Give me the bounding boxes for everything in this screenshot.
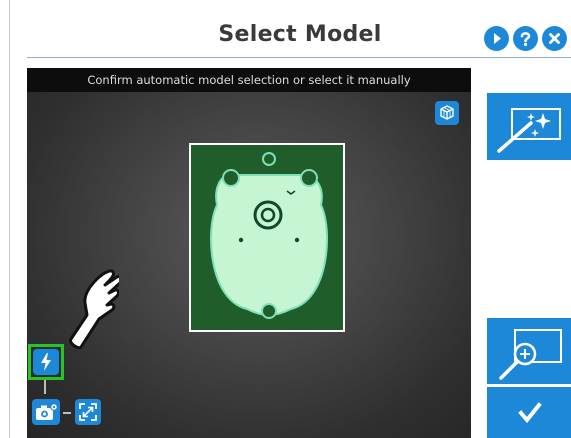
hand-pointer: [51, 263, 124, 353]
zoom-in-icon: [499, 329, 562, 380]
instruction-banner: Confirm automatic model selection or sel…: [27, 68, 471, 92]
header-divider: [27, 57, 571, 58]
camera-settings-button[interactable]: [32, 399, 60, 425]
page-title: Select Model: [218, 22, 382, 47]
trigger-button[interactable]: [33, 349, 59, 375]
checkmark-icon: [518, 402, 542, 424]
manual-select-button[interactable]: [487, 318, 571, 384]
play-icon: [494, 33, 501, 44]
lightning-icon: [41, 353, 51, 371]
header: Select Model: [0, 0, 571, 58]
help-icon: [520, 32, 531, 47]
expand-icon: [79, 403, 97, 421]
magic-wand-icon: [497, 108, 561, 153]
hand-pointer-icon: [69, 269, 124, 350]
cube-icon: [440, 105, 454, 120]
confirm-button[interactable]: [487, 387, 571, 438]
left-border: [9, 0, 10, 438]
connector-vertical: [44, 380, 46, 394]
auto-select-button[interactable]: [487, 93, 571, 160]
camera-view[interactable]: Confirm automatic model selection or sel…: [27, 68, 471, 438]
model-selection-region[interactable]: [189, 143, 345, 332]
part-model-overlay: [210, 152, 328, 319]
expand-button[interactable]: [75, 399, 101, 425]
camera-settings-icon: [36, 403, 58, 420]
help-button[interactable]: [513, 26, 538, 51]
close-button[interactable]: [542, 26, 567, 51]
close-icon: [549, 33, 560, 44]
play-button[interactable]: [484, 26, 509, 51]
3d-view-button[interactable]: [435, 101, 459, 125]
connector-horizontal: [63, 412, 71, 414]
